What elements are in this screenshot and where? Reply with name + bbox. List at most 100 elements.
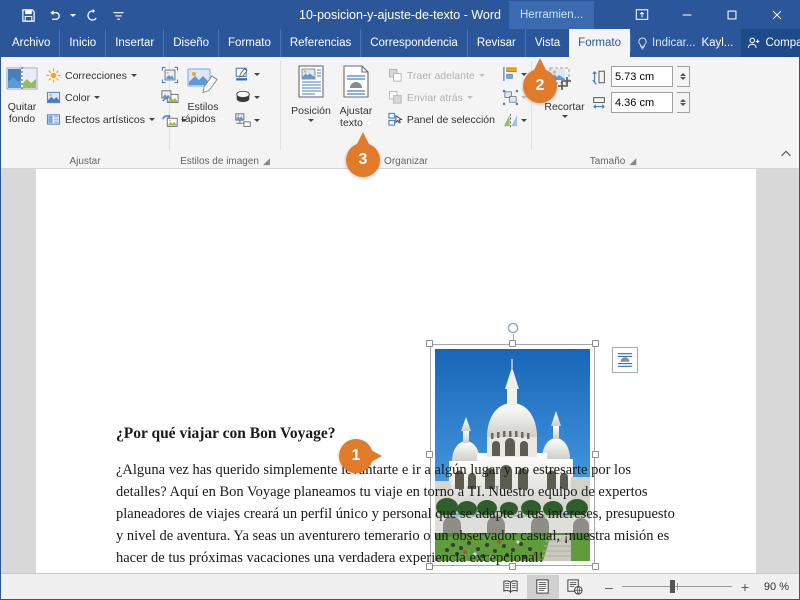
resize-handle-middle-right[interactable]	[592, 451, 599, 458]
quick-styles-button[interactable]: Estilos rápidos	[176, 62, 230, 125]
callout-badge-2: 2	[523, 58, 557, 103]
tab-revisar[interactable]: Revisar	[466, 29, 525, 57]
zoom-slider[interactable]	[621, 580, 732, 593]
save-icon[interactable]	[15, 3, 41, 27]
resize-handle-middle-left[interactable]	[426, 451, 433, 458]
artistic-effects-dropdown-icon[interactable]	[148, 118, 155, 121]
left-gutter	[1, 169, 36, 573]
position-icon	[295, 65, 327, 102]
picture-border-dropdown-icon[interactable]	[254, 73, 260, 76]
tab-insertar[interactable]: Insertar	[105, 29, 163, 57]
estilos-dialog-launcher-icon[interactable]: ◢	[263, 156, 270, 167]
wrap-text-dropdown-icon[interactable]	[365, 121, 372, 125]
tab-formato-doc[interactable]: Formato	[218, 29, 280, 57]
print-layout-button[interactable]	[526, 574, 559, 599]
read-mode-icon	[503, 580, 519, 594]
shape-height-input[interactable]	[611, 66, 673, 87]
corrections-button[interactable]: Correcciones	[43, 65, 158, 86]
picture-border-icon	[235, 67, 248, 80]
share-button[interactable]: Compartir	[741, 29, 800, 57]
close-icon[interactable]	[754, 1, 799, 29]
status-bar-right: – + 90 %	[495, 574, 799, 599]
read-mode-button[interactable]	[495, 575, 527, 599]
zoom-in-button[interactable]: +	[739, 579, 751, 595]
title-bar: 10-posicion-y-ajuste-de-texto - Word Her…	[1, 1, 799, 29]
picture-layout-dropdown-icon[interactable]	[254, 119, 260, 122]
position-dropdown-icon[interactable]	[308, 119, 314, 123]
callout-badge-1: 1	[339, 439, 382, 473]
color-dropdown-icon[interactable]	[94, 96, 101, 99]
artistic-effects-label: Efectos artísticos	[65, 113, 145, 126]
picture-effects-dropdown-icon[interactable]	[254, 96, 260, 99]
send-backward-icon	[388, 90, 402, 104]
customize-qat-icon[interactable]	[105, 3, 131, 27]
shape-height-spinner[interactable]	[677, 66, 690, 87]
quick-styles-dropdown-icon[interactable]	[218, 117, 225, 121]
rotate-objects-icon	[503, 113, 518, 128]
rotate-objects-button[interactable]	[502, 110, 527, 131]
remove-background-button[interactable]: Quitar fondo	[5, 62, 39, 125]
zoom-percent-label[interactable]: 90 %	[764, 581, 789, 593]
tamano-dialog-launcher-icon[interactable]: ◢	[629, 156, 636, 167]
wrap-text-button[interactable]: Ajustar texto	[333, 62, 379, 129]
picture-effects-button[interactable]	[234, 87, 260, 108]
send-backward-button[interactable]: Enviar atrás	[385, 87, 498, 108]
tab-diseno[interactable]: Diseño	[163, 29, 218, 57]
shape-width-input[interactable]	[611, 92, 673, 113]
undo-dropdown-icon[interactable]	[67, 3, 79, 27]
picture-border-button[interactable]	[234, 64, 260, 85]
resize-handle-top-right[interactable]	[592, 340, 599, 347]
artistic-effects-button[interactable]: Efectos artísticos	[43, 109, 158, 130]
tab-formato-imagen[interactable]: Formato	[569, 29, 630, 57]
resize-handle-top-left[interactable]	[426, 340, 433, 347]
shape-width-spinner[interactable]	[677, 92, 690, 113]
maximize-icon[interactable]	[709, 1, 754, 29]
picture-layout-button[interactable]	[234, 110, 260, 131]
color-button[interactable]: Color	[43, 87, 158, 108]
width-icon	[593, 96, 605, 109]
status-bar: – + 90 %	[1, 573, 799, 599]
zoom-out-button[interactable]: –	[603, 579, 615, 595]
bring-forward-button[interactable]: Traer adelante	[385, 65, 498, 86]
group-label-ajustar: Ajustar	[69, 156, 101, 167]
zoom-slider-thumb[interactable]	[669, 580, 675, 593]
position-button[interactable]: Posición	[289, 62, 333, 123]
height-icon	[592, 70, 605, 85]
crop-dropdown-icon[interactable]	[561, 115, 568, 119]
tell-me-box[interactable]: Indicar...	[630, 34, 701, 52]
corrections-icon	[46, 68, 61, 83]
corrections-dropdown-icon[interactable]	[130, 74, 137, 77]
send-backward-dropdown-icon[interactable]	[466, 96, 473, 99]
selection-pane-button[interactable]: Panel de selección	[385, 109, 498, 130]
resize-handle-top-center[interactable]	[508, 340, 516, 347]
redo-icon[interactable]	[79, 3, 105, 27]
ribbon-display-icon[interactable]	[619, 1, 664, 29]
rotate-handle-icon[interactable]	[506, 322, 520, 344]
window-controls	[619, 1, 799, 29]
web-layout-icon	[567, 579, 583, 595]
undo-icon[interactable]	[41, 3, 67, 27]
group-objects-icon	[502, 89, 519, 106]
wrap-text-label-2: texto	[340, 117, 363, 130]
print-layout-icon	[536, 579, 550, 594]
tab-referencias[interactable]: Referencias	[279, 29, 360, 57]
tab-inicio[interactable]: Inicio	[59, 29, 105, 57]
minimize-icon[interactable]	[664, 1, 709, 29]
word-window: 10-posicion-y-ajuste-de-texto - Word Her…	[0, 0, 800, 600]
bring-forward-dropdown-icon[interactable]	[478, 74, 485, 77]
tab-archivo[interactable]: Archivo	[1, 29, 59, 57]
tab-vista[interactable]: Vista	[524, 29, 569, 57]
shape-width-row	[591, 92, 690, 113]
bring-forward-icon	[388, 68, 402, 82]
color-label: Color	[65, 91, 91, 104]
share-label: Compartir	[765, 37, 800, 49]
layout-options-button[interactable]	[612, 347, 638, 373]
zoom-slider-midpoint	[676, 583, 678, 590]
user-account-name[interactable]: Kayl...	[701, 37, 741, 49]
remove-background-icon	[5, 65, 39, 98]
web-layout-button[interactable]	[559, 575, 591, 599]
collapse-ribbon-button[interactable]	[779, 147, 793, 166]
rotate-objects-dropdown-icon[interactable]	[521, 119, 527, 122]
document-page[interactable]: 1 ¿Por qué viajar con Bon Voyage? ¿Algun…	[36, 169, 756, 573]
tab-correspondencia[interactable]: Correspondencia	[360, 29, 467, 57]
